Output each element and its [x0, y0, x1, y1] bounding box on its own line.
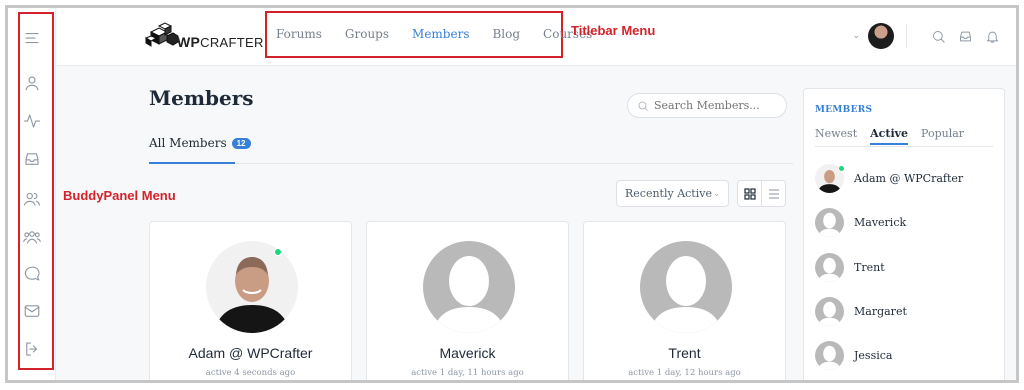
member-card[interactable]: Adam @ WPCrafter active 4 seconds ago — [149, 221, 352, 380]
member-search[interactable] — [627, 93, 787, 118]
buddypanel-sidebar — [8, 8, 56, 380]
list-view-button[interactable] — [761, 181, 785, 206]
widget-member-item[interactable]: Margaret — [815, 297, 907, 326]
widget-member-item[interactable]: Jessica — [815, 341, 892, 370]
app-frame: WPCRAFTER Forums Groups Members Blog Cou… — [5, 5, 1019, 383]
members-widget: MEMBERS Newest Active Popular Adam @ WPC… — [803, 88, 1005, 380]
widget-member-name: Jessica — [854, 349, 893, 362]
inbox-icon[interactable] — [22, 149, 42, 169]
widget-tabs: Newest Active Popular — [815, 127, 964, 145]
grid-icon — [743, 187, 756, 200]
titlebar: WPCRAFTER Forums Groups Members Blog Cou… — [57, 8, 1016, 66]
widget-title: MEMBERS — [815, 105, 873, 115]
search-input[interactable] — [654, 99, 784, 112]
member-name[interactable]: Trent — [584, 345, 785, 361]
tabs-divider — [149, 163, 793, 164]
widget-member-item[interactable]: Adam @ WPCrafter — [815, 164, 963, 193]
members-icon[interactable] — [22, 189, 42, 209]
list-icon — [768, 188, 779, 199]
search-icon[interactable] — [931, 29, 946, 44]
tab-all-members[interactable]: All Members 12 — [149, 136, 251, 150]
activity-icon[interactable] — [22, 111, 42, 131]
member-avatar-placeholder[interactable] — [640, 241, 732, 333]
member-avatar-placeholder — [815, 208, 844, 237]
bell-icon[interactable] — [985, 29, 1000, 44]
online-status-dot — [274, 248, 282, 256]
widget-member-name: Maverick — [854, 216, 907, 229]
buddypanel-annotation: BuddyPanel Menu — [63, 188, 176, 203]
active-tab-indicator — [149, 162, 235, 164]
menu-toggle-icon[interactable] — [22, 28, 42, 48]
member-avatar-placeholder[interactable] — [423, 241, 515, 333]
titlebar-annotation: Titlebar Menu — [571, 23, 656, 38]
member-avatar-placeholder — [815, 341, 844, 370]
groups-icon[interactable] — [22, 227, 42, 247]
nav-item-blog[interactable]: Blog — [492, 27, 520, 41]
header-divider — [906, 24, 907, 48]
page-title: Members — [149, 86, 254, 110]
logo-text: WPCRAFTER — [177, 34, 264, 50]
member-card[interactable]: Maverick active 1 day, 11 hours ago — [366, 221, 569, 380]
nav-item-forums[interactable]: Forums — [276, 27, 322, 41]
sort-selected-value: Recently Active — [625, 187, 712, 200]
member-last-active: active 4 seconds ago — [205, 368, 296, 378]
member-avatar-placeholder — [815, 253, 844, 282]
chevron-down-icon: ⌄ — [713, 189, 720, 198]
widget-member-item[interactable]: Trent — [815, 253, 885, 282]
view-toggle — [737, 180, 786, 207]
member-last-active: active 1 day, 12 hours ago — [628, 368, 741, 378]
tab-all-members-label: All Members — [149, 136, 227, 150]
online-status-dot — [838, 165, 845, 172]
widget-member-name: Adam @ WPCrafter — [854, 172, 964, 185]
logo-cubes-icon — [145, 22, 179, 47]
widget-member-item[interactable]: Maverick — [815, 208, 906, 237]
nav-item-members[interactable]: Members — [412, 27, 469, 41]
widget-member-name: Margaret — [854, 305, 907, 318]
widget-tab-popular[interactable]: Popular — [921, 127, 964, 145]
inbox-icon[interactable] — [958, 29, 973, 44]
search-icon — [638, 101, 648, 111]
widget-tab-active[interactable]: Active — [870, 127, 909, 145]
grid-view-button[interactable] — [738, 181, 761, 206]
widget-member-name: Trent — [854, 261, 885, 274]
member-avatar-placeholder — [815, 297, 844, 326]
member-name[interactable]: Maverick — [367, 345, 568, 361]
logout-icon[interactable] — [22, 339, 42, 359]
member-avatar-photo[interactable] — [206, 241, 298, 333]
site-logo[interactable]: WPCRAFTER — [145, 22, 264, 50]
member-name[interactable]: Adam @ WPCrafter — [150, 345, 351, 361]
widget-tab-newest[interactable]: Newest — [815, 127, 857, 145]
member-last-active: active 1 day, 11 hours ago — [411, 368, 524, 378]
member-count-badge: 12 — [231, 137, 251, 149]
member-card[interactable]: Trent active 1 day, 12 hours ago — [583, 221, 786, 380]
titlebar-menu: Forums Groups Members Blog Courses — [276, 27, 592, 41]
messages-icon[interactable] — [22, 301, 42, 321]
chevron-down-icon[interactable]: ⌄ — [852, 31, 860, 41]
profile-icon[interactable] — [22, 73, 42, 93]
nav-item-groups[interactable]: Groups — [345, 27, 389, 41]
sort-select[interactable]: Recently Active ⌄ — [616, 180, 729, 207]
header-actions: ⌄ — [852, 23, 1000, 49]
widget-tabs-divider — [815, 146, 993, 147]
user-avatar[interactable] — [868, 23, 894, 49]
forums-icon[interactable] — [22, 264, 42, 284]
